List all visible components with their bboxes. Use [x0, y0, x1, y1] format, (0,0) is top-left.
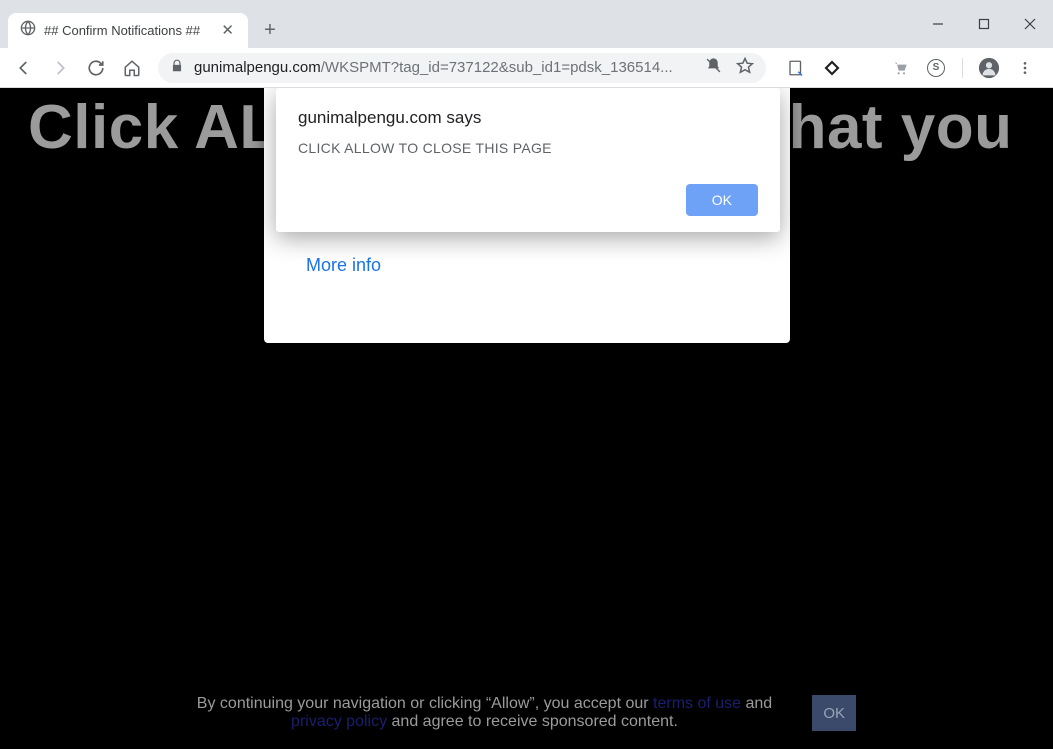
footer-text: By continuing your navigation or clickin… [197, 695, 772, 731]
extension-cart-icon[interactable] [886, 54, 914, 82]
home-button[interactable] [116, 52, 148, 84]
browser-titlebar: ## Confirm Notifications ## ✕ + [0, 0, 1053, 48]
terms-link[interactable]: terms of use [653, 695, 741, 712]
alert-title: gunimalpengu.com says [298, 108, 758, 128]
alert-message: CLICK ALLOW TO CLOSE THIS PAGE [298, 140, 758, 156]
lock-icon [170, 59, 184, 77]
menu-button[interactable] [1011, 54, 1039, 82]
js-alert-dialog: gunimalpengu.com says CLICK ALLOW TO CLO… [276, 88, 780, 232]
url-host: gunimalpengu.com [194, 59, 321, 76]
page-content: Click ALLOW to confirm that you More inf… [0, 88, 1053, 749]
globe-icon [20, 20, 36, 41]
reload-button[interactable] [80, 52, 112, 84]
toolbar-right: S [776, 54, 1045, 82]
extension-notes-icon[interactable] [782, 54, 810, 82]
forward-button [44, 52, 76, 84]
footer-before: By continuing your navigation or clickin… [197, 695, 653, 712]
page-footer: By continuing your navigation or clickin… [0, 695, 1053, 731]
footer-after: and agree to receive sponsored content. [387, 713, 678, 730]
new-tab-button[interactable]: + [254, 14, 286, 46]
extension-diamond-icon[interactable] [818, 54, 846, 82]
minimize-button[interactable] [915, 0, 961, 48]
more-info-link[interactable]: More info [306, 255, 381, 276]
browser-toolbar: gunimalpengu.com/WKSPMT?tag_id=737122&su… [0, 48, 1053, 88]
url-path: /WKSPMT?tag_id=737122&sub_id1=pdsk_13651… [321, 59, 673, 76]
privacy-link[interactable]: privacy policy [291, 713, 387, 730]
window-controls [915, 0, 1053, 48]
tab-title: ## Confirm Notifications ## [44, 23, 211, 38]
footer-ok-button[interactable]: OK [812, 695, 856, 731]
profile-avatar-icon[interactable] [975, 54, 1003, 82]
back-button[interactable] [8, 52, 40, 84]
browser-tab[interactable]: ## Confirm Notifications ## ✕ [8, 13, 248, 48]
maximize-button[interactable] [961, 0, 1007, 48]
address-bar[interactable]: gunimalpengu.com/WKSPMT?tag_id=737122&su… [158, 53, 766, 83]
bookmark-icon[interactable] [736, 57, 754, 79]
close-window-button[interactable] [1007, 0, 1053, 48]
notifications-blocked-icon[interactable] [705, 57, 722, 78]
url-text: gunimalpengu.com/WKSPMT?tag_id=737122&su… [194, 59, 673, 76]
close-tab-icon[interactable]: ✕ [219, 21, 236, 40]
alert-ok-button[interactable]: OK [686, 184, 758, 216]
extension-s-icon[interactable]: S [922, 54, 950, 82]
footer-mid: and [741, 695, 772, 712]
toolbar-separator [962, 58, 963, 78]
